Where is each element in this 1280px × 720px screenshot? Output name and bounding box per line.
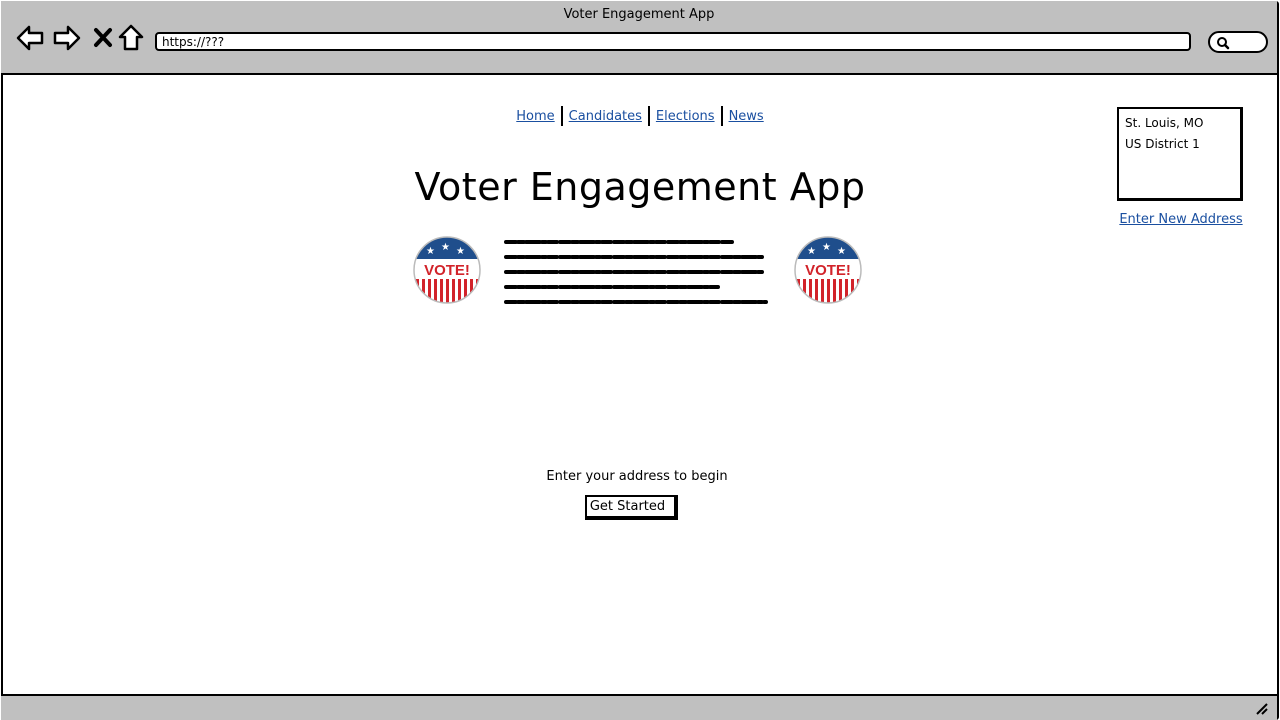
- nav-home-link[interactable]: Home: [512, 109, 558, 124]
- page-title: Voter Engagement App: [414, 165, 866, 209]
- svg-text:★: ★: [837, 246, 846, 257]
- placeholder-text-block: [504, 240, 768, 304]
- close-icon[interactable]: [89, 23, 119, 53]
- address-prompt: Enter your address to begin: [546, 469, 728, 484]
- svg-text:★: ★: [822, 242, 831, 253]
- vote-badge-icon: ★ ★ ★ VOTE!: [794, 236, 862, 304]
- nav-news-link[interactable]: News: [725, 109, 768, 124]
- address-city: St. Louis, MO: [1125, 116, 1204, 130]
- get-started-button[interactable]: Get Started: [585, 495, 678, 520]
- svg-text:★: ★: [426, 246, 435, 257]
- vote-badge-icon: ★ ★ ★ VOTE!: [413, 236, 481, 304]
- nav-divider: [647, 106, 650, 126]
- status-bar: [1, 694, 1277, 720]
- svg-text:★: ★: [441, 242, 450, 253]
- enter-new-address-link[interactable]: Enter New Address: [1117, 212, 1245, 227]
- back-arrow-icon[interactable]: [15, 23, 45, 53]
- home-icon[interactable]: [117, 23, 147, 53]
- window-title: Voter Engagement App: [563, 7, 715, 22]
- search-box[interactable]: [1208, 31, 1268, 53]
- address-district: US District 1: [1125, 137, 1200, 151]
- address-bar-text: https://???: [162, 35, 225, 49]
- svg-text:★: ★: [807, 246, 816, 257]
- top-nav: Home Candidates Elections News: [0, 106, 1280, 126]
- nav-elections-link[interactable]: Elections: [652, 109, 719, 124]
- nav-candidates-link[interactable]: Candidates: [565, 109, 646, 124]
- nav-divider: [560, 106, 563, 126]
- nav-divider: [720, 106, 723, 126]
- svg-text:VOTE!: VOTE!: [424, 262, 470, 279]
- svg-text:★: ★: [456, 246, 465, 257]
- address-bar[interactable]: https://???: [155, 32, 1191, 51]
- browser-chrome: Voter Engagement App https://???: [1, 1, 1277, 75]
- search-icon: [1217, 37, 1230, 50]
- svg-text:VOTE!: VOTE!: [805, 262, 851, 279]
- resize-grip-icon[interactable]: [1255, 702, 1269, 716]
- forward-arrow-icon[interactable]: [52, 23, 82, 53]
